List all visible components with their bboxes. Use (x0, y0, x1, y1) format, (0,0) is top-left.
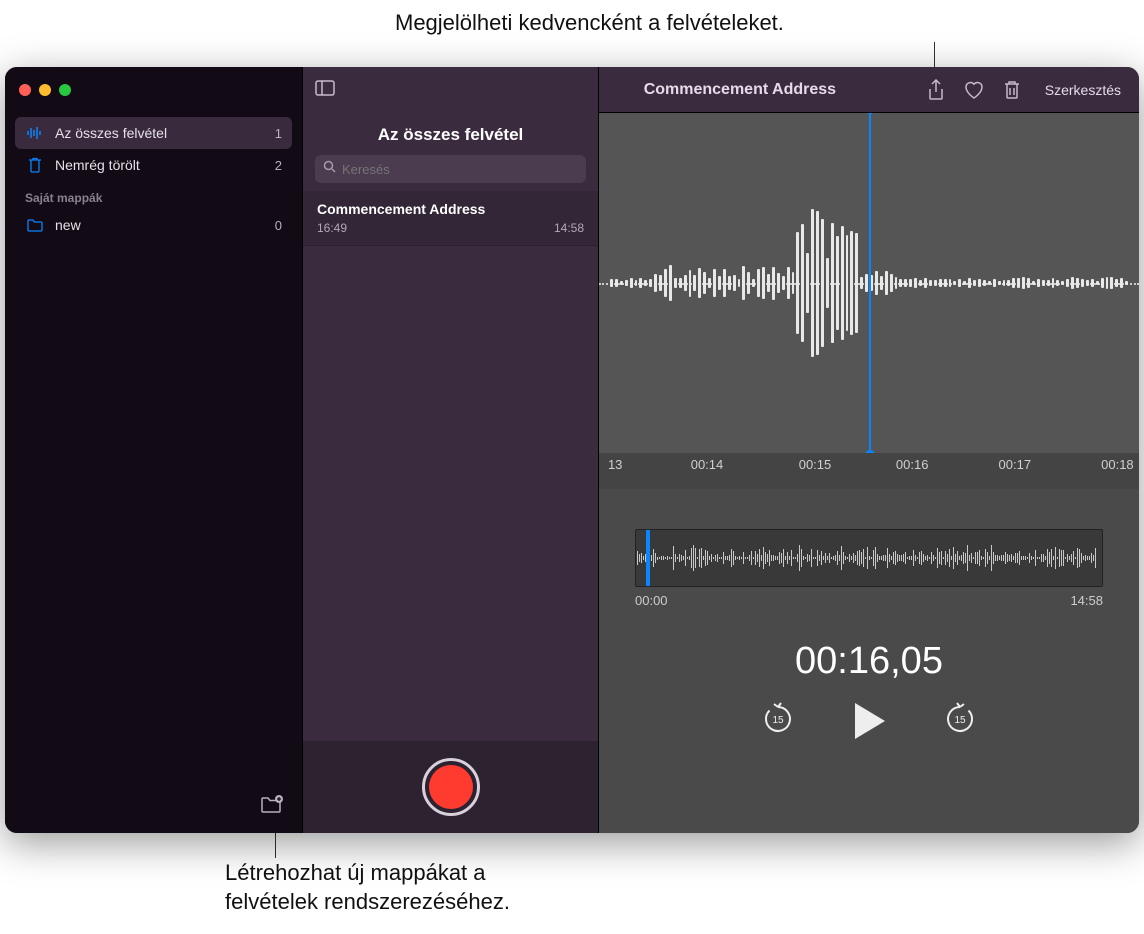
minimize-window-button[interactable] (39, 84, 51, 96)
zoom-window-button[interactable] (59, 84, 71, 96)
sidebar-footer (5, 781, 302, 833)
new-folder-button[interactable] (260, 795, 284, 820)
sidebar-item-label: Nemrég törölt (55, 157, 140, 173)
ruler-tick: 13 (608, 457, 622, 472)
playback-controls: 15 15 (599, 701, 1139, 761)
overview-labels: 00:00 14:58 (635, 587, 1103, 608)
time-ruler: 13 00:14 00:15 00:16 00:17 00:18 (599, 453, 1139, 489)
edit-button[interactable]: Szerkesztés (1039, 78, 1127, 102)
sidebar-item-count: 2 (275, 158, 282, 173)
overview-area: 00:00 14:58 (599, 489, 1139, 608)
playhead[interactable] (869, 113, 871, 453)
sidebar-item-all-recordings[interactable]: Az összes felvétel 1 (15, 117, 292, 149)
folder-icon (25, 219, 45, 232)
recording-duration: 14:58 (554, 221, 584, 235)
ruler-tick: 00:17 (999, 457, 1032, 472)
ruler-tick: 00:14 (691, 457, 724, 472)
search-input[interactable] (342, 162, 578, 177)
callout-favorite: Megjelölheti kedvencként a felvételeket. (395, 10, 784, 36)
svg-text:15: 15 (954, 715, 966, 726)
skip-back-button[interactable]: 15 (761, 702, 795, 741)
toolbar-title: Commencement Address (571, 81, 909, 99)
list-header (303, 67, 598, 113)
svg-text:15: 15 (772, 715, 784, 726)
search-box[interactable] (315, 155, 586, 183)
recording-meta: 16:49 14:58 (317, 221, 584, 235)
callout-new-folder: Létrehozhat új mappákat a felvételek ren… (225, 859, 510, 916)
toolbar: Commencement Address Szerkesztés (599, 67, 1139, 113)
recordings-list-pane: Az összes felvétel Commencement Address … (303, 67, 599, 833)
sidebar-list: Az összes felvétel 1 Nemrég törölt 2 Saj… (5, 113, 302, 781)
search-wrap (303, 155, 598, 191)
record-button[interactable] (422, 758, 480, 816)
sidebar-item-count: 0 (275, 218, 282, 233)
delete-button[interactable] (1003, 80, 1021, 100)
timecode: 00:16,05 (599, 608, 1139, 701)
share-button[interactable] (927, 79, 945, 101)
sidebar-folders-header: Saját mappák (15, 181, 292, 209)
close-window-button[interactable] (19, 84, 31, 96)
voice-memos-window: Az összes felvétel 1 Nemrég törölt 2 Saj… (5, 67, 1139, 833)
record-button-inner (429, 765, 473, 809)
play-button[interactable] (851, 701, 887, 741)
favorite-button[interactable] (963, 80, 985, 100)
list-title: Az összes felvétel (303, 113, 598, 155)
recording-item[interactable]: Commencement Address 16:49 14:58 (303, 191, 598, 246)
sidebar: Az összes felvétel 1 Nemrég törölt 2 Saj… (5, 67, 303, 833)
ruler-tick: 00:16 (896, 457, 929, 472)
skip-forward-button[interactable]: 15 (943, 702, 977, 741)
main-pane: Commencement Address Szerkesztés 13 00:1… (599, 67, 1139, 833)
sidebar-item-count: 1 (275, 126, 282, 141)
waveform-icon (25, 126, 45, 140)
ruler-tick: 00:18 (1101, 457, 1134, 472)
recording-time: 16:49 (317, 221, 347, 235)
waveform-area[interactable] (599, 113, 1139, 453)
window-controls (5, 67, 302, 113)
toggle-sidebar-button[interactable] (315, 80, 335, 101)
record-footer (303, 741, 598, 833)
overview-bars (636, 530, 1102, 586)
sidebar-item-label: new (55, 217, 81, 233)
overview-waveform[interactable] (635, 529, 1103, 587)
overview-playhead[interactable] (646, 529, 650, 587)
overview-start-label: 00:00 (635, 593, 668, 608)
sidebar-item-recently-deleted[interactable]: Nemrég törölt 2 (15, 149, 292, 181)
sidebar-folder-item[interactable]: new 0 (15, 209, 292, 241)
trash-icon (25, 157, 45, 173)
search-icon (323, 160, 336, 178)
recording-title: Commencement Address (317, 201, 584, 217)
ruler-tick: 00:15 (799, 457, 832, 472)
sidebar-item-label: Az összes felvétel (55, 125, 167, 141)
overview-end-label: 14:58 (1070, 593, 1103, 608)
